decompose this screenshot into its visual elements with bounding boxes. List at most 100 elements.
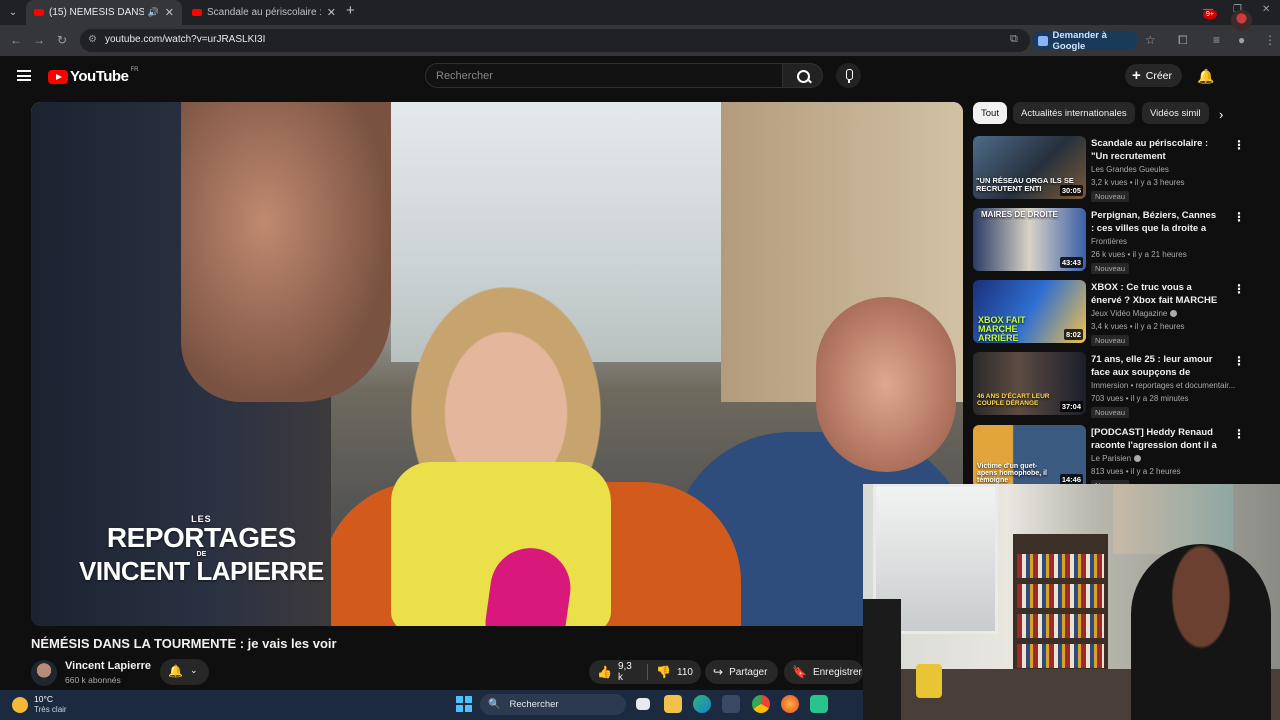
video-player[interactable]: LES REPORTAGES DE VINCENT LAPIERRE bbox=[31, 102, 963, 626]
recommendation-title[interactable]: 71 ans, elle 25 : leur amour face aux so… bbox=[1091, 353, 1219, 379]
chrome-menu-icon[interactable]: ⋮ bbox=[1264, 33, 1276, 47]
store-icon[interactable] bbox=[722, 695, 740, 713]
thumbnail-caption: Victime d'un guet-apens homophobe, il té… bbox=[977, 463, 1048, 484]
search-button[interactable] bbox=[783, 63, 823, 88]
app-icon[interactable] bbox=[810, 695, 828, 713]
new-tab-icon[interactable]: + bbox=[346, 2, 355, 19]
tab-youtube-active[interactable]: (15) NÉMÉSIS DANS LA TOURMENTE 🔊 ✕ bbox=[26, 0, 182, 25]
recommendation-channel[interactable]: Frontières bbox=[1091, 237, 1127, 246]
video-thumbnail[interactable]: "UN RÉSEAU ORGA ILS SE RECRUTENT ENTI 30… bbox=[973, 136, 1086, 199]
tab-search-icon[interactable]: ⌄ bbox=[4, 4, 22, 21]
recommendation-item[interactable]: "UN RÉSEAU ORGA ILS SE RECRUTENT ENTI 30… bbox=[973, 136, 1253, 202]
recommendation-item[interactable]: 46 ANS D'ÉCART LEUR COUPLE DÉRANGE 37:04… bbox=[973, 352, 1253, 418]
windows-start-icon[interactable] bbox=[456, 696, 472, 712]
video-thumbnail[interactable]: 46 ANS D'ÉCART LEUR COUPLE DÉRANGE 37:04 bbox=[973, 352, 1086, 415]
install-app-icon[interactable]: ⧉ bbox=[1010, 33, 1018, 46]
notifications-bell-icon[interactable]: 🔔 bbox=[1197, 68, 1214, 85]
save-button[interactable]: 🔖 Enregistrer bbox=[784, 660, 863, 684]
chip-all[interactable]: Tout bbox=[973, 102, 1007, 124]
close-tab-icon[interactable]: ✕ bbox=[327, 6, 336, 19]
video-thumbnail[interactable]: Victime d'un guet-apens homophobe, il té… bbox=[973, 425, 1086, 488]
chrome-icon[interactable] bbox=[752, 695, 770, 713]
more-options-icon[interactable]: ⋮ bbox=[1233, 282, 1245, 296]
recommendation-channel[interactable]: Jeux Vidéo Magazine bbox=[1091, 309, 1178, 318]
thumbs-down-icon[interactable]: 👎 bbox=[656, 665, 671, 679]
recommendation-channel[interactable]: Le Parisien bbox=[1091, 454, 1142, 463]
recommendation-item[interactable]: Victime d'un guet-apens homophobe, il té… bbox=[973, 425, 1253, 491]
video-frame-interviewer-face bbox=[181, 102, 391, 402]
chevron-right-icon[interactable]: › bbox=[1219, 107, 1223, 122]
create-button[interactable]: + Créer bbox=[1125, 64, 1182, 87]
chip-similar-videos[interactable]: Vidéos simil bbox=[1142, 102, 1209, 124]
recommendation-item[interactable]: MAIRES DE DROITE 43:43 Perpignan, Bézier… bbox=[973, 208, 1253, 274]
url-text[interactable]: youtube.com/watch?v=urJRASLKI3I bbox=[105, 34, 265, 45]
chevron-down-icon: ⌄ bbox=[190, 665, 198, 675]
file-explorer-icon[interactable] bbox=[664, 695, 682, 713]
recommendation-title[interactable]: XBOX : Ce truc vous a énervé ? Xbox fait… bbox=[1091, 281, 1219, 307]
like-count[interactable]: 9,3 k bbox=[618, 661, 639, 683]
task-view-icon[interactable] bbox=[636, 698, 650, 710]
extensions-icon[interactable]: ⧠ bbox=[1178, 33, 1188, 48]
video-thumbnail[interactable]: XBOX FAIT MARCHE ARRIÈRE 8:02 bbox=[973, 280, 1086, 343]
browser-tab-bar: ⌄ (15) NÉMÉSIS DANS LA TOURMENTE 🔊 ✕ Sca… bbox=[0, 0, 1280, 25]
youtube-logo[interactable]: YouTube FR bbox=[48, 67, 138, 85]
forward-icon[interactable]: → bbox=[33, 33, 45, 47]
voice-search-icon[interactable] bbox=[836, 63, 861, 88]
share-button[interactable]: ↪ Partager bbox=[705, 660, 778, 684]
close-tab-icon[interactable]: ✕ bbox=[165, 6, 174, 19]
speaker-icon[interactable]: 🔊 bbox=[148, 7, 159, 18]
search-input[interactable]: Rechercher bbox=[425, 63, 783, 88]
google-lens-icon bbox=[1038, 35, 1048, 46]
back-icon[interactable]: ← bbox=[10, 33, 22, 47]
recommendation-item[interactable]: XBOX FAIT MARCHE ARRIÈRE 8:02 XBOX : Ce … bbox=[973, 280, 1253, 346]
tab-title: (15) NÉMÉSIS DANS LA TOURMENTE bbox=[49, 7, 144, 18]
edge-icon[interactable] bbox=[693, 695, 711, 713]
video-title: NÉMÉSIS DANS LA TOURMENTE : je vais les … bbox=[31, 636, 337, 651]
more-options-icon[interactable]: ⋮ bbox=[1233, 138, 1245, 152]
firefox-icon[interactable] bbox=[781, 695, 799, 713]
dislike-count[interactable]: 110 bbox=[677, 667, 693, 678]
weather-temperature: 10°C bbox=[34, 694, 53, 704]
video-thumbnail[interactable]: MAIRES DE DROITE 43:43 bbox=[973, 208, 1086, 271]
recommendation-title[interactable]: Perpignan, Béziers, Cannes : ces villes … bbox=[1091, 209, 1219, 235]
create-label: Créer bbox=[1145, 69, 1173, 82]
reload-icon[interactable]: ↻ bbox=[57, 33, 67, 47]
channel-avatar[interactable] bbox=[31, 660, 57, 686]
site-info-icon[interactable]: ⚙ bbox=[88, 34, 97, 45]
logo-wordmark: YouTube bbox=[70, 68, 129, 85]
jar bbox=[916, 664, 942, 698]
taskbar-search-input[interactable]: 🔍 Rechercher bbox=[480, 694, 626, 715]
tab-youtube-2[interactable]: Scandale au périscolaire : "Un r ✕ bbox=[184, 0, 344, 25]
hamburger-menu-icon[interactable] bbox=[17, 70, 31, 81]
more-options-icon[interactable]: ⋮ bbox=[1233, 354, 1245, 368]
recommendation-channel[interactable]: Les Grandes Gueules bbox=[1091, 165, 1169, 174]
recommendation-meta: 703 vues • il y a 28 minutes bbox=[1091, 394, 1189, 403]
bookmark-star-icon[interactable]: ☆ bbox=[1145, 33, 1156, 47]
ask-google-button[interactable]: Demander à Google bbox=[1032, 30, 1138, 52]
recommendation-title[interactable]: Scandale au périscolaire : "Un recruteme… bbox=[1091, 137, 1219, 163]
recommendation-channel[interactable]: Immersion • reportages et documentair... bbox=[1091, 381, 1235, 390]
recommendation-title[interactable]: [PODCAST] Heddy Renaud raconte l'agressi… bbox=[1091, 426, 1219, 452]
youtube-play-icon bbox=[48, 69, 68, 84]
shelf-row bbox=[1017, 614, 1104, 638]
video-frame-man-right-face bbox=[816, 297, 956, 472]
weather-sun-icon bbox=[12, 697, 28, 713]
video-duration: 30:05 bbox=[1059, 185, 1083, 196]
watermark-line: VINCENT LAPIERRE bbox=[79, 556, 324, 586]
close-window-icon[interactable]: ✕ bbox=[1262, 4, 1270, 15]
thumbs-up-icon[interactable]: 👍 bbox=[597, 665, 612, 679]
address-bar[interactable]: ⚙ youtube.com/watch?v=urJRASLKI3I ⧉ bbox=[80, 29, 1030, 52]
recommendation-meta: 3,2 k vues • il y a 3 heures bbox=[1091, 178, 1185, 187]
more-options-icon[interactable]: ⋮ bbox=[1233, 427, 1245, 441]
new-badge: Nouveau bbox=[1091, 263, 1130, 274]
more-options-icon[interactable]: ⋮ bbox=[1233, 210, 1245, 224]
media-controls-icon[interactable]: ≡ bbox=[1213, 33, 1220, 47]
account-avatar[interactable] bbox=[1231, 10, 1252, 31]
share-label: Partager bbox=[729, 666, 768, 678]
new-badge: Nouveau bbox=[1091, 191, 1130, 202]
subscription-bell-button[interactable]: 🔔 ⌄ bbox=[160, 659, 209, 685]
channel-name[interactable]: Vincent Lapierre bbox=[65, 660, 151, 672]
profile-icon[interactable]: ● bbox=[1238, 33, 1245, 47]
chip-international-news[interactable]: Actualités internationales bbox=[1013, 102, 1135, 124]
webcam-overlay bbox=[863, 484, 1280, 720]
